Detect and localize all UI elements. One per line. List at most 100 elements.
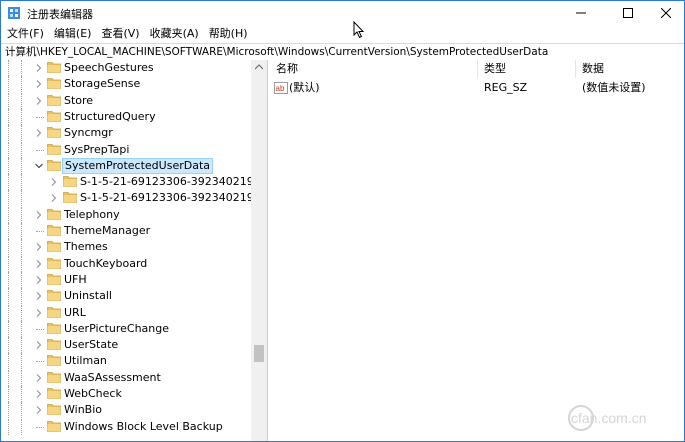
chevron-down-icon[interactable]: [34, 161, 44, 171]
tree-guide-line: [21, 353, 23, 370]
column-header-name[interactable]: 名称: [276, 60, 298, 78]
tree-item[interactable]: S-1-5-21-69123306-3923402191-140: [1, 190, 267, 207]
tree-connector: [36, 426, 44, 429]
registry-editor-window: 注册表编辑器 文件(F) 编辑(E) 查看(V) 收藏夹(A) 帮助(H) 计算…: [0, 0, 685, 442]
tree-item-label: WaaSAssessment: [64, 370, 161, 384]
chevron-right-icon[interactable]: [34, 373, 44, 383]
registry-key-tree[interactable]: SpeechGestures StorageSense Store Structure…: [1, 60, 268, 441]
tree-item[interactable]: Store: [1, 92, 251, 109]
tree-item[interactable]: SystemProtectedUserData: [1, 157, 251, 174]
maximize-button[interactable]: [611, 1, 645, 25]
chevron-right-icon[interactable]: [34, 96, 44, 106]
tree-item[interactable]: SysPrepTapi: [1, 141, 251, 158]
tree-guide-line: [8, 108, 10, 125]
tree-item-label: SpeechGestures: [64, 61, 154, 74]
tree-guide-line: [8, 288, 10, 305]
chevron-right-icon[interactable]: [49, 177, 59, 187]
folder-icon: [47, 143, 61, 155]
chevron-right-icon[interactable]: [34, 128, 44, 138]
tree-item-label: Syncmgr: [64, 126, 113, 140]
registry-values-list[interactable]: 名称 类型 数据 ab (默认) REG_SZ (数值未设置): [268, 60, 684, 441]
column-separator[interactable]: [477, 60, 478, 78]
tree-item-label: SysPrepTapi: [64, 142, 130, 156]
minimize-button[interactable]: [564, 1, 598, 25]
tree-scrollbar[interactable]: [251, 60, 267, 441]
folder-icon: [47, 159, 61, 171]
tree-guide-line: [21, 125, 23, 142]
tree-item[interactable]: TouchKeyboard: [1, 255, 251, 272]
column-header-type[interactable]: 类型: [484, 60, 506, 78]
menu-help[interactable]: 帮助(H): [203, 25, 252, 43]
tree-item[interactable]: URL: [1, 304, 251, 321]
tree-guide-line: [21, 92, 23, 109]
tree-guide-line: [8, 418, 10, 435]
tree-guide-line: [21, 108, 23, 125]
tree-item[interactable]: UFH: [1, 271, 251, 288]
column-separator[interactable]: [575, 60, 576, 78]
tree-guide-line: [8, 174, 10, 191]
folder-icon: [47, 306, 61, 318]
close-button[interactable]: [649, 1, 683, 25]
tree-item[interactable]: UserPictureChange: [1, 320, 251, 337]
title-bar[interactable]: 注册表编辑器: [1, 1, 684, 25]
tree-item[interactable]: Utilman: [1, 353, 251, 370]
folder-icon: [47, 420, 61, 432]
chevron-right-icon[interactable]: [34, 340, 44, 350]
address-bar[interactable]: 计算机\HKEY_LOCAL_MACHINE\SOFTWARE\Microsof…: [1, 43, 684, 61]
tree-item-label: UFH: [64, 272, 87, 286]
chevron-right-icon[interactable]: [34, 291, 44, 301]
tree-item[interactable]: UserState: [1, 337, 251, 354]
tree-item[interactable]: SpeechGestures: [1, 60, 251, 76]
chevron-right-icon[interactable]: [34, 63, 44, 73]
tree-guide-line: [8, 141, 10, 158]
chevron-right-icon[interactable]: [34, 308, 44, 318]
chevron-right-icon[interactable]: [34, 275, 44, 285]
tree-item[interactable]: WebCheck: [1, 386, 251, 402]
tree-guide-line: [8, 271, 10, 288]
column-header-data[interactable]: 数据: [582, 60, 604, 78]
tree-guide-line: [8, 353, 10, 370]
tree-item[interactable]: Uninstall: [1, 288, 251, 305]
tree-item[interactable]: WaaSAssessment: [1, 369, 251, 386]
folder-icon: [63, 176, 77, 187]
tree-item[interactable]: WinBio: [1, 402, 251, 419]
tree-guide-line: [21, 337, 23, 354]
tree-item[interactable]: Syncmgr: [1, 125, 251, 142]
tree-item[interactable]: ThemeManager: [1, 223, 251, 239]
chevron-right-icon[interactable]: [34, 242, 44, 252]
chevron-right-icon[interactable]: [49, 193, 59, 203]
tree-item[interactable]: Windows Block Level Backup: [1, 418, 251, 435]
scroll-up-arrow-icon[interactable]: [255, 64, 263, 70]
tree-guide-line: [21, 402, 23, 419]
tree-guide-line: [21, 76, 23, 93]
tree-guide-line: [21, 304, 23, 321]
menu-file[interactable]: 文件(F): [1, 25, 48, 43]
value-row[interactable]: ab (默认) REG_SZ (数值未设置): [268, 80, 684, 96]
tree-item[interactable]: Telephony: [1, 206, 251, 223]
scroll-thumb[interactable]: [254, 345, 264, 362]
tree-item[interactable]: StructuredQuery: [1, 108, 251, 125]
chevron-right-icon[interactable]: [34, 389, 44, 399]
chevron-right-icon[interactable]: [34, 210, 44, 220]
folder-icon: [47, 241, 61, 253]
chevron-right-icon[interactable]: [34, 79, 44, 89]
tree-item[interactable]: StorageSense: [1, 76, 251, 93]
tree-guide-line: [8, 206, 10, 223]
svg-text:cfan.com.cn: cfan.com.cn: [571, 410, 646, 426]
tree-item[interactable]: S-1-5-21-69123306-3923402191-140: [1, 174, 267, 191]
menu-view[interactable]: 查看(V): [95, 25, 143, 43]
chevron-right-icon[interactable]: [34, 405, 44, 415]
menu-edit[interactable]: 编辑(E): [48, 25, 96, 43]
tree-guide-line: [21, 239, 23, 256]
menu-favorites[interactable]: 收藏夹(A): [144, 25, 203, 43]
tree-connector: [36, 361, 44, 363]
folder-icon: [47, 322, 61, 334]
tree-guide-line: [8, 402, 10, 419]
chevron-right-icon[interactable]: [34, 259, 44, 269]
tree-item-label: StorageSense: [64, 77, 141, 91]
folder-icon: [47, 257, 61, 269]
folder-icon: [47, 290, 61, 302]
tree-item-label-selected: SystemProtectedUserData: [62, 157, 213, 174]
tree-item[interactable]: Themes: [1, 239, 251, 256]
folder-icon: [47, 62, 61, 73]
